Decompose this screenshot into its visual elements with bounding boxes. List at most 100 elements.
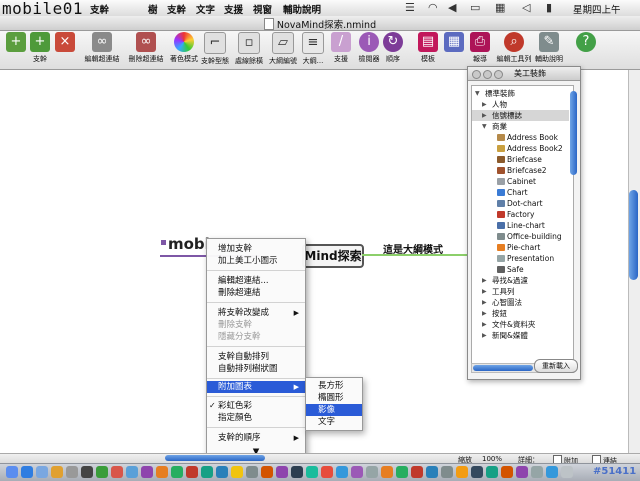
menu-add-clipart[interactable]: 加上美工小圖示 (207, 255, 305, 267)
palette-zoom-button[interactable] (494, 70, 503, 79)
app-icon[interactable] (531, 466, 543, 478)
edit-hyperlink-button[interactable]: ∞ 編輯超連結 (82, 32, 122, 64)
disclosure-closed-icon[interactable]: ▶ (482, 286, 487, 297)
disclosure-closed-icon[interactable]: ▶ (482, 99, 487, 110)
menu-rainbow-colors[interactable]: ✓ 彩虹色彩 (207, 400, 305, 412)
volume-icon[interactable]: ◀ (448, 1, 456, 14)
app-icon[interactable] (471, 466, 483, 478)
menu-text[interactable]: 文字 (196, 2, 215, 16)
reload-button[interactable]: 重新載入 (534, 359, 578, 373)
palette-tree-item[interactable]: ▼ 標準裝飾 (472, 88, 569, 99)
ical-icon[interactable] (111, 466, 123, 478)
palette-tree-item[interactable]: Line-chart (472, 220, 569, 231)
address-book-icon[interactable] (66, 466, 78, 478)
acrobat-icon[interactable] (186, 466, 198, 478)
palette-tree-item[interactable]: Cabinet (472, 176, 569, 187)
app-icon[interactable] (441, 466, 453, 478)
palette-minimize-button[interactable] (483, 70, 492, 79)
palette-tree-item[interactable]: Safe (472, 264, 569, 275)
palette-close-button[interactable] (472, 70, 481, 79)
palette-tree-item[interactable]: Briefcase (472, 154, 569, 165)
menu-branch-2[interactable]: 支幹 (167, 2, 186, 16)
menu-assign-color[interactable]: 指定顏色 (207, 412, 305, 424)
volume-icon-2[interactable]: ◁ (522, 1, 530, 14)
help-button[interactable]: ? (566, 32, 606, 54)
menu-edit-hyperlink[interactable]: 編輯超連結... (207, 275, 305, 287)
menu-branch-order[interactable]: 支幹的順序 ▶ (207, 432, 305, 444)
menu-help[interactable]: 輔助說明 (283, 2, 321, 16)
branch-label[interactable]: 這是大綱模式 (383, 241, 443, 256)
order-button[interactable]: ↻ 順序 (373, 32, 413, 64)
disclosure-closed-icon[interactable]: ▶ (482, 110, 487, 121)
canvas-vertical-scroll-thumb[interactable] (629, 190, 638, 280)
app-icon[interactable] (201, 466, 213, 478)
menu-attach-graphic[interactable]: 附加圖表 ▶ (207, 381, 305, 393)
disclosure-closed-icon[interactable]: ▶ (482, 297, 487, 308)
itunes-icon[interactable] (96, 466, 108, 478)
ichat-icon[interactable] (51, 466, 63, 478)
app-icon[interactable] (231, 466, 243, 478)
palette-tree-item[interactable]: ▶ 文件&資料夾 (472, 319, 569, 330)
central-topic-node[interactable]: Mind探索 (302, 244, 364, 268)
report-button[interactable]: ⌕ 編輯工具列 (494, 32, 534, 64)
customize-toolbar-button[interactable]: ✎ 輔助說明 (529, 32, 569, 64)
app-icon[interactable] (216, 466, 228, 478)
app-icon[interactable] (426, 466, 438, 478)
palette-tree-item[interactable]: Factory (472, 209, 569, 220)
wifi-icon[interactable]: ◠ (428, 1, 438, 14)
menu-add-branch[interactable]: 增加支幹 (207, 243, 305, 255)
palette-tree-item[interactable]: Address Book (472, 132, 569, 143)
app-icon[interactable] (261, 466, 273, 478)
palette-tree-item[interactable]: Presentation (472, 253, 569, 264)
disclosure-open-icon[interactable]: ▼ (482, 121, 487, 132)
disclosure-open-icon[interactable]: ▼ (475, 88, 480, 99)
palette-tree-item[interactable]: Pie-chart (472, 242, 569, 253)
app-icon[interactable] (246, 466, 258, 478)
iphoto-icon[interactable] (126, 466, 138, 478)
palette-tree-item[interactable]: ▶ 按鈕 (472, 308, 569, 319)
app-icon[interactable] (501, 466, 513, 478)
finder-icon[interactable] (6, 466, 18, 478)
disclosure-closed-icon[interactable]: ▶ (482, 308, 487, 319)
disclosure-closed-icon[interactable]: ▶ (482, 330, 487, 341)
submenu-text[interactable]: 文字 (306, 416, 362, 428)
terminal-icon[interactable] (81, 466, 93, 478)
app-icon[interactable] (351, 466, 363, 478)
preview-icon[interactable] (171, 466, 183, 478)
app-icon[interactable] (306, 466, 318, 478)
script-icon[interactable]: ☰ (405, 1, 415, 14)
palette-tree-item[interactable]: Dot-chart (472, 198, 569, 209)
app-icon[interactable] (486, 466, 498, 478)
app-icon[interactable] (411, 466, 423, 478)
mail-icon[interactable] (36, 466, 48, 478)
canvas-horizontal-scroll-thumb[interactable] (165, 455, 265, 461)
submenu-rectangle[interactable]: 長方形 (306, 380, 362, 392)
palette-tree-item[interactable]: ▶ 信號標誌 (472, 110, 569, 121)
garageband-icon[interactable] (156, 466, 168, 478)
disclosure-closed-icon[interactable]: ▶ (482, 275, 487, 286)
topic-mobile01[interactable]: mobi (168, 235, 210, 253)
app-icon[interactable] (366, 466, 378, 478)
palette-tree-item[interactable]: ▶ 新聞&媒體 (472, 330, 569, 341)
imovie-icon[interactable] (141, 466, 153, 478)
menu-window[interactable]: 視窗 (253, 2, 272, 16)
disclosure-closed-icon[interactable]: ▶ (482, 319, 487, 330)
menu-support[interactable]: 支援 (224, 2, 243, 16)
palette-tree-item[interactable]: Chart (472, 187, 569, 198)
palette-horizontal-scroll-thumb[interactable] (473, 365, 533, 371)
menu-delete-hyperlink[interactable]: 刪除超連結 (207, 287, 305, 299)
app-icon[interactable] (276, 466, 288, 478)
palette-tree-item[interactable]: ▶ 尋找&過濾 (472, 275, 569, 286)
app-icon[interactable] (321, 466, 333, 478)
trash-icon[interactable] (561, 466, 573, 478)
menu-change-branch-to[interactable]: 將支幹改變成 ▶ (207, 307, 305, 319)
app-icon[interactable] (336, 466, 348, 478)
delete-branch-button[interactable]: × (45, 32, 85, 54)
palette-tree-item[interactable]: ▶ 人物 (472, 99, 569, 110)
menu-auto-arrange-branches[interactable]: 支幹自動排列 (207, 351, 305, 363)
safari-icon[interactable] (21, 466, 33, 478)
palette-tree-item[interactable]: Address Book2 (472, 143, 569, 154)
submenu-ellipse[interactable]: 橢圓形 (306, 392, 362, 404)
menu-auto-arrange-tree[interactable]: 自動排列樹狀圖 (207, 363, 305, 375)
battery-icon[interactable]: ▭ (470, 1, 480, 14)
